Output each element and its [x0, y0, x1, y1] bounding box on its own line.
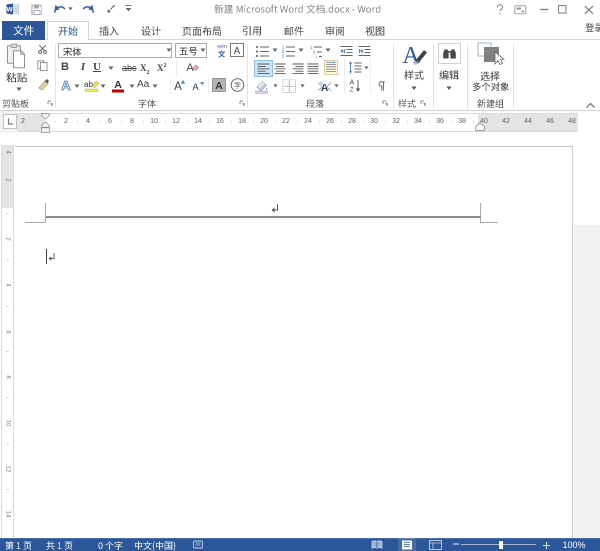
svg-text:i: i — [316, 54, 317, 58]
svg-text:A: A — [349, 80, 354, 87]
svg-text:A: A — [233, 46, 240, 57]
svg-text:Z: Z — [349, 87, 354, 93]
svg-text:A: A — [174, 81, 182, 92]
svg-text:ab: ab — [84, 80, 93, 89]
svg-text:A: A — [192, 82, 199, 92]
svg-text:W: W — [7, 7, 14, 14]
svg-text:3: 3 — [282, 54, 285, 59]
svg-text:A: A — [215, 80, 223, 92]
svg-text:wén: wén — [217, 44, 227, 49]
svg-text:A: A — [61, 78, 71, 92]
svg-text:A: A — [114, 79, 122, 91]
